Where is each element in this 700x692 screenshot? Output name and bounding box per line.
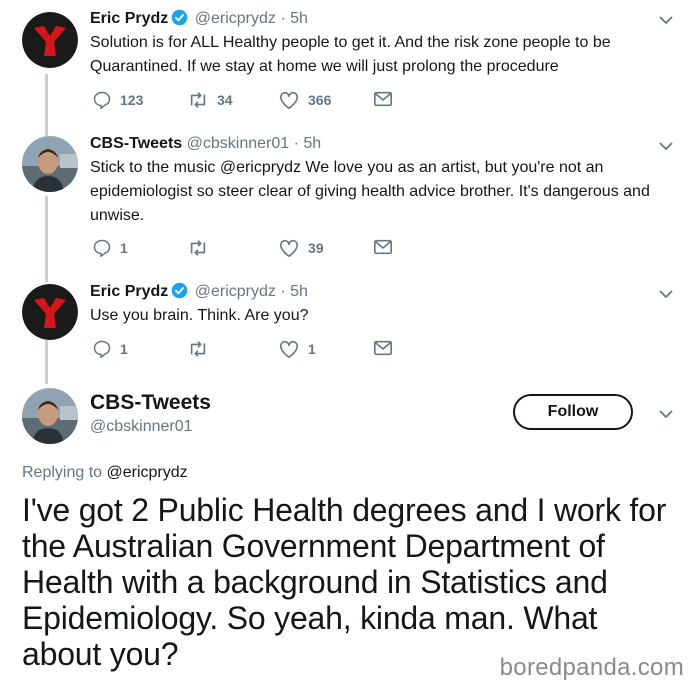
chevron-down-icon[interactable] xyxy=(658,406,674,427)
like-count: 39 xyxy=(308,240,324,256)
tweet-3[interactable]: Eric Prydz @ericprydz · 5h Use you brain… xyxy=(0,276,700,376)
heart-icon xyxy=(280,340,298,358)
profile-photo-icon xyxy=(22,388,78,444)
main-author-name[interactable]: CBS-Tweets xyxy=(90,391,211,415)
tweet-time[interactable]: 5h xyxy=(290,283,308,300)
envelope-icon xyxy=(374,340,392,356)
reply-count: 1 xyxy=(120,240,128,256)
reply-button[interactable]: 1 xyxy=(92,238,128,258)
reply-icon xyxy=(93,239,111,258)
reply-button[interactable]: 123 xyxy=(92,90,143,110)
author-handle[interactable]: @cbskinner01 xyxy=(187,135,290,152)
verified-badge-icon xyxy=(171,9,188,31)
like-button[interactable]: 39 xyxy=(278,238,324,258)
message-button[interactable] xyxy=(373,238,393,256)
author-handle[interactable]: @ericprydz xyxy=(195,283,276,300)
retweet-icon xyxy=(190,92,206,108)
tweet-header: Eric Prydz @ericprydz · 5h xyxy=(90,9,308,31)
like-button[interactable]: 1 xyxy=(278,339,316,359)
like-button[interactable]: 366 xyxy=(278,90,331,110)
retweet-count: 34 xyxy=(217,92,233,108)
reply-icon xyxy=(93,91,111,110)
message-button[interactable] xyxy=(373,339,393,357)
author-name[interactable]: Eric Prydz xyxy=(90,283,168,300)
retweet-button[interactable] xyxy=(187,238,217,258)
retweet-button[interactable]: 34 xyxy=(187,90,233,110)
tweet-time[interactable]: 5h xyxy=(303,135,321,152)
tweet-text: Solution is for ALL Healthy people to ge… xyxy=(90,34,611,75)
follow-button[interactable]: Follow xyxy=(513,394,633,430)
envelope-icon xyxy=(374,91,392,107)
tweet-header: CBS-Tweets @cbskinner01 · 5h xyxy=(90,135,321,153)
replying-mention-link[interactable]: @ericprydz xyxy=(107,464,188,481)
eric-prydz-logo-icon xyxy=(22,284,78,340)
retweet-icon xyxy=(190,341,206,357)
separator-dot: · xyxy=(280,10,286,27)
tweet-2[interactable]: CBS-Tweets @cbskinner01 · 5h Stick to th… xyxy=(0,128,700,278)
chevron-down-icon[interactable] xyxy=(658,12,674,33)
tweet-text: Use you brain. Think. Are you? xyxy=(90,307,309,324)
like-count: 366 xyxy=(308,92,332,108)
reply-icon xyxy=(93,340,111,359)
reply-button[interactable]: 1 xyxy=(92,339,128,359)
retweet-button[interactable] xyxy=(187,339,217,359)
replying-to: Replying to @ericprydz xyxy=(22,464,188,482)
avatar-cbskinner01[interactable] xyxy=(22,388,78,444)
reply-count: 1 xyxy=(120,341,128,357)
separator-dot: · xyxy=(293,135,299,152)
profile-photo-icon xyxy=(22,136,78,192)
tweet-1[interactable]: Eric Prydz @ericprydz · 5h Solution is f… xyxy=(0,0,700,120)
main-author-handle[interactable]: @cbskinner01 xyxy=(90,418,193,436)
tweet-header: Eric Prydz @ericprydz · 5h xyxy=(90,282,308,304)
eric-prydz-logo-icon xyxy=(22,12,78,68)
heart-icon xyxy=(280,91,298,109)
retweet-icon xyxy=(190,240,206,256)
avatar-ericprydz[interactable] xyxy=(22,284,78,340)
watermark: boredpanda.com xyxy=(499,654,684,681)
tweet-time[interactable]: 5h xyxy=(290,10,308,27)
replying-label: Replying to xyxy=(22,464,103,481)
reply-count: 123 xyxy=(120,92,144,108)
author-handle[interactable]: @ericprydz xyxy=(195,10,276,27)
author-name[interactable]: Eric Prydz xyxy=(90,10,168,27)
separator-dot: · xyxy=(280,283,286,300)
heart-icon xyxy=(280,239,298,257)
avatar-ericprydz[interactable] xyxy=(22,12,78,68)
main-tweet-text: I've got 2 Public Health degrees and I w… xyxy=(22,492,667,672)
author-name[interactable]: CBS-Tweets xyxy=(90,135,182,152)
message-button[interactable] xyxy=(373,90,393,108)
like-count: 1 xyxy=(308,341,316,357)
verified-badge-icon xyxy=(171,282,188,304)
envelope-icon xyxy=(374,239,392,255)
tweet-text: Stick to the music @ericprydz We love yo… xyxy=(90,159,650,224)
avatar-cbskinner01[interactable] xyxy=(22,136,78,192)
